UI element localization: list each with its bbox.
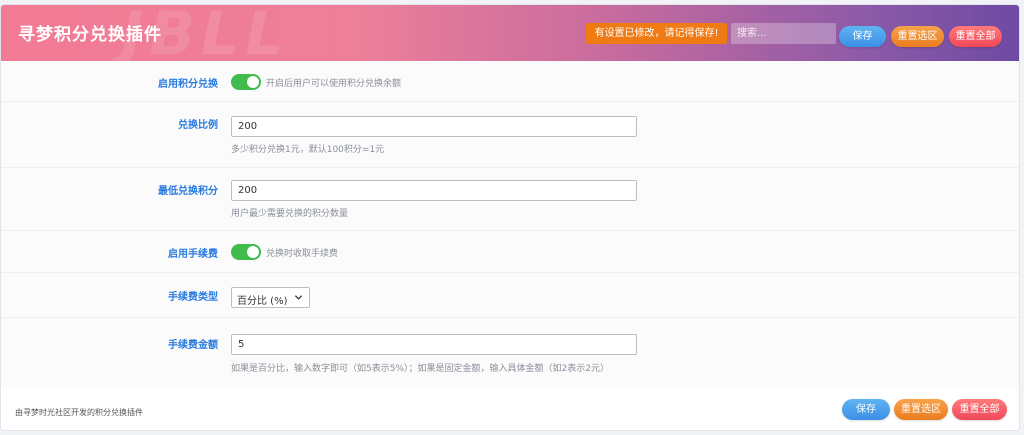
toggle-enable-exchange[interactable]	[231, 74, 261, 90]
label-exchange-ratio: 兑换比例	[178, 120, 218, 131]
fee-amount-input[interactable]	[231, 334, 637, 355]
footer-reset-section-button[interactable]: 重置选区	[894, 399, 948, 420]
row-fee-type: 手续费类型 百分比 (%)	[1, 273, 1019, 318]
label-min-points: 最低兑换积分	[158, 186, 218, 197]
toggle-enable-fee[interactable]	[231, 244, 261, 260]
label-enable-exchange: 启用积分兑换	[158, 79, 218, 90]
fee-type-select[interactable]: 百分比 (%)	[231, 287, 310, 308]
footer-save-button[interactable]: 保存	[842, 399, 890, 420]
row-enable-exchange: 启用积分兑换 开启后用户可以使用积分兑换余额	[1, 61, 1019, 102]
chevron-down-icon	[294, 295, 303, 300]
min-points-input[interactable]	[231, 180, 637, 201]
unsaved-warning-badge: 有设置已修改，请记得保存!	[586, 23, 727, 44]
label-fee-amount: 手续费金额	[168, 340, 218, 351]
row-enable-fee: 启用手续费 兑换时收取手续费	[1, 231, 1019, 273]
label-fee-type: 手续费类型	[168, 292, 218, 303]
footer-bar: 由寻梦时光社区开发的积分兑换插件 保存 重置选区 重置全部	[1, 387, 1019, 430]
exchange-ratio-input[interactable]	[231, 116, 637, 137]
header-bar: JBLL 寻梦积分兑换插件 有设置已修改，请记得保存! 保存 重置选区 重置全部	[1, 5, 1019, 61]
help-exchange-ratio: 多少积分兑换1元，默认100积分=1元	[231, 145, 385, 155]
toggle-knob	[247, 76, 259, 88]
row-fee-amount: 手续费金额 如果是百分比，输入数字即可（如5表示5%）；如果是固定金额，输入具体…	[1, 318, 1019, 387]
search-input[interactable]	[731, 23, 836, 44]
label-enable-fee: 启用手续费	[168, 249, 218, 260]
help-min-points: 用户最少需要兑换的积分数量	[231, 209, 349, 219]
fee-type-selected: 百分比 (%)	[237, 296, 288, 307]
row-min-points: 最低兑换积分 用户最少需要兑换的积分数量	[1, 168, 1019, 231]
settings-panel: JBLL 寻梦积分兑换插件 有设置已修改，请记得保存! 保存 重置选区 重置全部…	[0, 4, 1020, 431]
page-title: 寻梦积分兑换插件	[18, 25, 162, 45]
header-save-button[interactable]: 保存	[839, 26, 886, 47]
row-exchange-ratio: 兑换比例 多少积分兑换1元，默认100积分=1元	[1, 102, 1019, 168]
footer-reset-all-button[interactable]: 重置全部	[952, 399, 1007, 420]
desc-enable-fee: 兑换时收取手续费	[266, 249, 339, 259]
toggle-knob	[247, 246, 259, 258]
header-reset-section-button[interactable]: 重置选区	[891, 26, 944, 47]
footer-credit-text: 由寻梦时光社区开发的积分兑换插件	[15, 408, 143, 417]
help-fee-amount: 如果是百分比，输入数字即可（如5表示5%）；如果是固定金额，输入具体金额（如2表…	[231, 364, 609, 374]
desc-enable-exchange: 开启后用户可以使用积分兑换余额	[266, 79, 402, 89]
header-reset-all-button[interactable]: 重置全部	[949, 26, 1002, 47]
